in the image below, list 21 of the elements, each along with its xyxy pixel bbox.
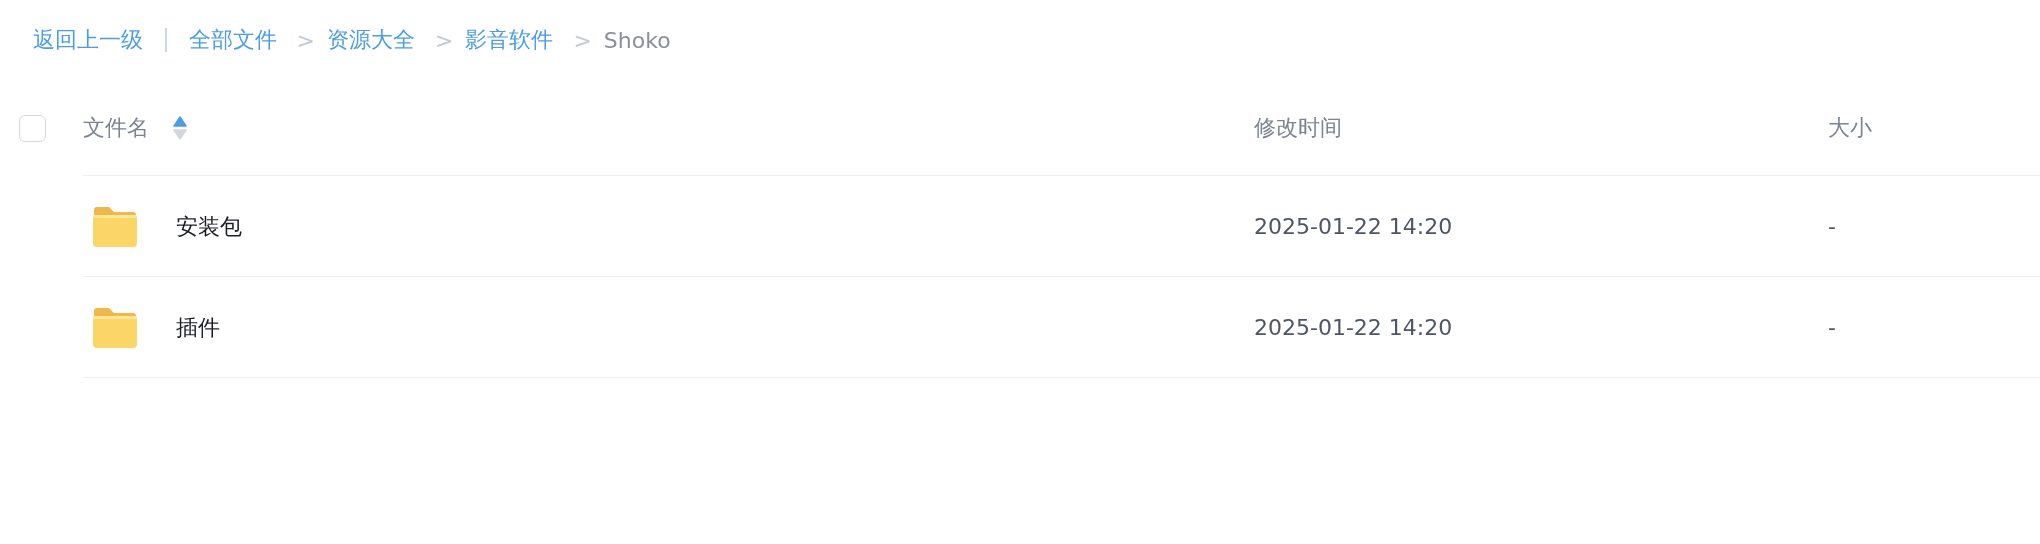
file-name[interactable]: 安装包	[176, 211, 242, 242]
modified-time: 2025-01-22 14:20	[1254, 315, 1453, 340]
file-size: -	[1828, 214, 1836, 239]
breadcrumb-link[interactable]: 全部文件	[188, 25, 277, 55]
select-all-checkbox[interactable]	[19, 114, 46, 142]
folder-icon	[91, 205, 139, 248]
modified-time: 2025-01-22 14:20	[1254, 214, 1453, 239]
sort-icon[interactable]	[173, 116, 187, 140]
folder-icon	[91, 306, 139, 349]
column-header[interactable]: 大小	[1828, 113, 1872, 143]
breadcrumb-separator: >	[296, 27, 315, 53]
file-size: -	[1828, 315, 1836, 340]
breadcrumb-separator: >	[573, 27, 592, 53]
back-link[interactable]: 返回上一级	[33, 25, 143, 55]
column-header[interactable]: 文件名	[83, 113, 149, 143]
breadcrumb-separator: >	[434, 27, 454, 53]
breadcrumb-link[interactable]: 资源大全	[326, 25, 415, 55]
column-header[interactable]: 修改时间	[1254, 113, 1342, 143]
breadcrumb-link[interactable]: 影音软件	[465, 25, 554, 55]
file-name[interactable]: 插件	[176, 312, 220, 343]
current-folder: Shoko	[603, 27, 671, 53]
